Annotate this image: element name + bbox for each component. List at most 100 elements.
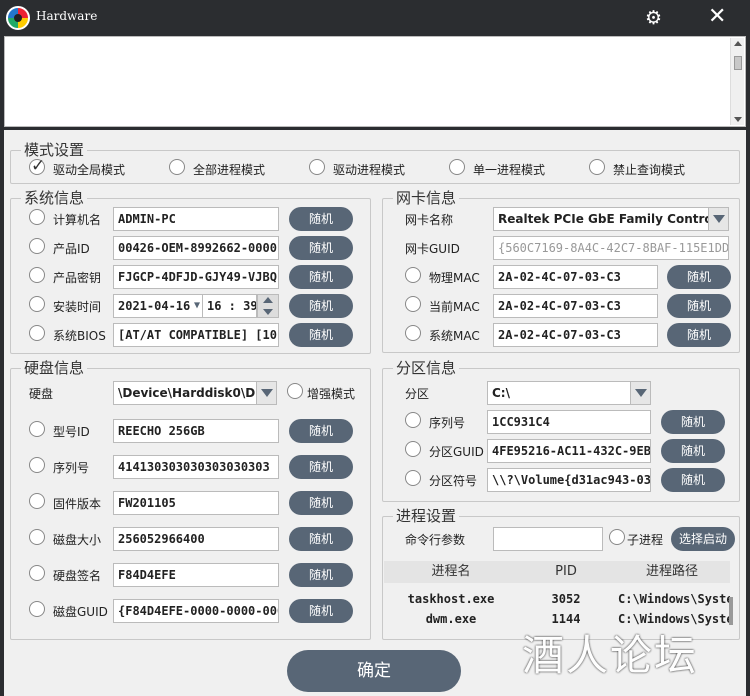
process-name-cell: dwm.exe xyxy=(425,612,477,626)
enhanced-mode-label: 增强模式 xyxy=(307,387,356,401)
firmware-random-button[interactable]: 随机 xyxy=(289,491,353,515)
child-process-radio[interactable] xyxy=(609,529,625,545)
disk-guid-field[interactable]: {F84D4EFE-0000-0000-000 xyxy=(113,599,279,623)
disk-select[interactable]: \Device\Harddisk0\DI xyxy=(113,381,277,405)
disk-group-title: 硬盘信息 xyxy=(21,358,88,378)
install-time-random-button[interactable]: 随机 xyxy=(289,294,353,318)
disk-serial-random-button[interactable]: 随机 xyxy=(289,455,353,479)
current-mac-radio[interactable] xyxy=(405,296,421,312)
install-time-field[interactable]: 16 : 39 xyxy=(203,294,257,318)
scroll-up-icon[interactable] xyxy=(734,41,742,46)
physical-mac-radio[interactable] xyxy=(405,267,421,283)
scroll-down-icon[interactable] xyxy=(734,117,742,122)
partition-serial-radio[interactable] xyxy=(405,412,421,428)
product-id-field[interactable]: 00426-OEM-8992662-0000 xyxy=(113,236,279,260)
partition-guid-radio[interactable] xyxy=(405,441,421,457)
col-pid[interactable]: PID xyxy=(518,561,614,583)
log-scrollbar[interactable] xyxy=(730,38,744,125)
confirm-button[interactable]: 确定 xyxy=(287,650,461,692)
disk-guid-random-button[interactable]: 随机 xyxy=(289,599,353,623)
system-group: 系统信息 计算机名 ADMIN-PC 随机 产品ID 00426-OEM-899… xyxy=(10,188,371,354)
col-process-path[interactable]: 进程路径 xyxy=(614,561,730,583)
close-icon[interactable]: ✕ xyxy=(708,5,726,29)
model-id-field[interactable]: REECHO 256GB xyxy=(113,419,279,443)
partition-symbol-random-button[interactable]: 随机 xyxy=(661,468,725,492)
physical-mac-label: 物理MAC xyxy=(429,271,480,285)
disk-serial-field[interactable]: 414130303030303030303 xyxy=(113,455,279,479)
disk-signature-field[interactable]: F84D4EFE xyxy=(113,563,279,587)
physical-mac-random-button[interactable]: 随机 xyxy=(667,265,731,289)
product-key-random-button[interactable]: 随机 xyxy=(289,265,353,289)
log-textarea[interactable] xyxy=(4,36,746,127)
time-spinner[interactable] xyxy=(257,294,279,318)
disk-label: 硬盘 xyxy=(29,387,54,401)
date-dropdown-icon[interactable]: ▼ xyxy=(194,295,200,317)
partition-guid-random-button[interactable]: 随机 xyxy=(661,439,725,463)
disk-size-random-button[interactable]: 随机 xyxy=(289,527,353,551)
nic-dropdown-icon[interactable] xyxy=(708,208,728,230)
computer-name-radio[interactable] xyxy=(29,209,45,225)
gear-icon[interactable]: ⚙ xyxy=(645,8,662,28)
scroll-thumb[interactable] xyxy=(734,56,742,70)
current-mac-random-button[interactable]: 随机 xyxy=(667,294,731,318)
table-row[interactable]: taskhost.exe 3052 C:\Windows\Syster xyxy=(384,589,730,609)
bios-field[interactable]: [AT/AT COMPATIBLE] [10 xyxy=(113,323,279,347)
mode-label-single-process: 单一进程模式 xyxy=(473,163,546,177)
install-time-radio[interactable] xyxy=(29,296,45,312)
computer-name-random-button[interactable]: 随机 xyxy=(289,207,353,231)
disk-size-radio[interactable] xyxy=(29,529,45,545)
computer-name-field[interactable]: ADMIN-PC xyxy=(113,207,279,231)
disk-dropdown-icon[interactable] xyxy=(256,382,276,404)
bios-label: 系统BIOS xyxy=(53,329,106,343)
model-id-radio[interactable] xyxy=(29,421,45,437)
partition-dropdown-icon[interactable] xyxy=(630,382,650,404)
system-mac-field[interactable]: 2A-02-4C-07-03-C3 xyxy=(493,323,658,347)
product-key-field[interactable]: FJGCP-4DFJD-GJY49-VJBQ xyxy=(113,265,279,289)
disk-signature-random-button[interactable]: 随机 xyxy=(289,563,353,587)
nic-name-select[interactable]: Realtek PCIe GbE Family Controll xyxy=(493,207,729,231)
mode-radio-disable-query[interactable] xyxy=(589,159,605,175)
product-key-radio[interactable] xyxy=(29,267,45,283)
current-mac-label: 当前MAC xyxy=(429,300,480,314)
partition-symbol-field[interactable]: \\?\Volume{d31ac943-03f xyxy=(487,468,651,492)
spin-up-icon[interactable] xyxy=(263,297,273,303)
physical-mac-field[interactable]: 2A-02-4C-07-03-C3 xyxy=(493,265,658,289)
partition-serial-random-button[interactable]: 随机 xyxy=(661,410,725,434)
mode-radio-all-process[interactable] xyxy=(169,159,185,175)
mode-radio-driver-process[interactable] xyxy=(309,159,325,175)
mode-radio-single-process[interactable] xyxy=(449,159,465,175)
table-scrollbar[interactable] xyxy=(729,597,733,625)
partition-select[interactable]: C:\ xyxy=(487,381,651,405)
spin-down-icon[interactable] xyxy=(263,309,273,315)
partition-guid-field[interactable]: 4FE95216-AC11-432C-9EBI xyxy=(487,439,651,463)
select-start-button[interactable]: 选择启动 xyxy=(671,527,735,551)
install-date-field[interactable]: 2021-04-16 ▼ xyxy=(113,294,203,318)
nic-guid-field[interactable]: {560C7169-8A4C-42C7-8BAF-115E1DD xyxy=(493,236,729,260)
partition-serial-field[interactable]: 1CC931C4 xyxy=(487,410,651,434)
mode-label-disable-query: 禁止查询模式 xyxy=(613,163,686,177)
mode-radio-driver-global[interactable] xyxy=(29,156,45,176)
col-process-name[interactable]: 进程名 xyxy=(384,561,518,583)
disk-serial-radio[interactable] xyxy=(29,457,45,473)
cmd-args-input[interactable] xyxy=(493,527,603,551)
disk-size-field[interactable]: 256052966400 xyxy=(113,527,279,551)
model-id-random-button[interactable]: 随机 xyxy=(289,419,353,443)
firmware-field[interactable]: FW201105 xyxy=(113,491,279,515)
enhanced-mode-radio[interactable] xyxy=(287,383,303,399)
mode-label-all-process: 全部进程模式 xyxy=(193,163,266,177)
process-name-cell: taskhost.exe xyxy=(407,592,495,606)
product-id-radio[interactable] xyxy=(29,238,45,254)
system-mac-random-button[interactable]: 随机 xyxy=(667,323,731,347)
mode-label-driver-global: 驱动全局模式 xyxy=(53,163,126,177)
partition-symbol-radio[interactable] xyxy=(405,470,421,486)
disk-guid-radio[interactable] xyxy=(29,601,45,617)
bios-radio[interactable] xyxy=(29,325,45,341)
disk-signature-radio[interactable] xyxy=(29,565,45,581)
current-mac-field[interactable]: 2A-02-4C-07-03-C3 xyxy=(493,294,658,318)
product-id-random-button[interactable]: 随机 xyxy=(289,236,353,260)
system-mac-radio[interactable] xyxy=(405,325,421,341)
disk-signature-label: 硬盘签名 xyxy=(53,569,102,583)
partition-group-title: 分区信息 xyxy=(393,358,460,378)
bios-random-button[interactable]: 随机 xyxy=(289,323,353,347)
firmware-radio[interactable] xyxy=(29,493,45,509)
